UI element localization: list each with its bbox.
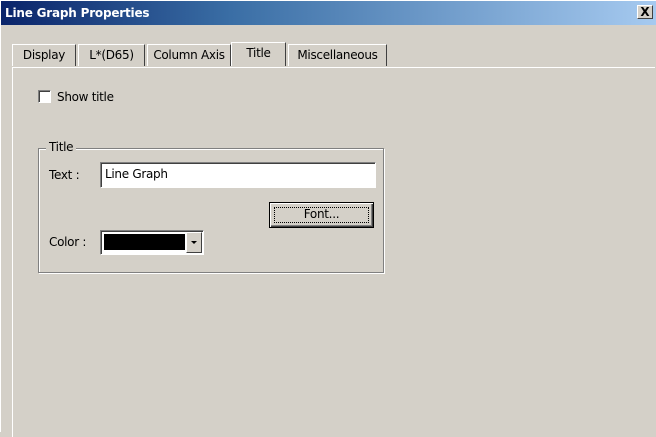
color-dropdown[interactable] <box>100 230 204 255</box>
tab-title[interactable]: Title <box>231 42 286 66</box>
window-title: Line Graph Properties <box>5 6 150 20</box>
title-group-legend: Title <box>46 140 77 154</box>
color-swatch <box>104 234 185 250</box>
tab-label: Title <box>246 46 271 60</box>
tab-display[interactable]: Display <box>12 44 76 66</box>
tab-label: Miscellaneous <box>297 48 378 62</box>
text-label: Text : <box>49 168 80 182</box>
close-button[interactable]: X <box>637 5 653 19</box>
properties-dialog: Line Graph Properties X Display L*(D65) … <box>0 0 656 437</box>
close-icon: X <box>640 5 650 19</box>
tab-label: Column Axis <box>153 48 225 62</box>
tab-miscellaneous[interactable]: Miscellaneous <box>288 44 387 66</box>
font-button[interactable]: Font... <box>269 202 374 228</box>
title-text-input[interactable]: Line Graph <box>100 162 376 188</box>
tab-label: Display <box>22 48 66 62</box>
title-bar[interactable]: Line Graph Properties X <box>1 1 656 25</box>
color-label: Color : <box>49 235 87 249</box>
show-title-label[interactable]: Show title <box>57 90 114 104</box>
focus-rectangle <box>274 207 369 223</box>
tab-label: L*(D65) <box>89 48 134 62</box>
chevron-down-icon <box>191 241 197 244</box>
tab-lstar-d65[interactable]: L*(D65) <box>78 44 145 66</box>
color-dropdown-button[interactable] <box>186 232 202 253</box>
tab-column-axis[interactable]: Column Axis <box>147 44 231 66</box>
show-title-checkbox[interactable] <box>38 90 51 103</box>
